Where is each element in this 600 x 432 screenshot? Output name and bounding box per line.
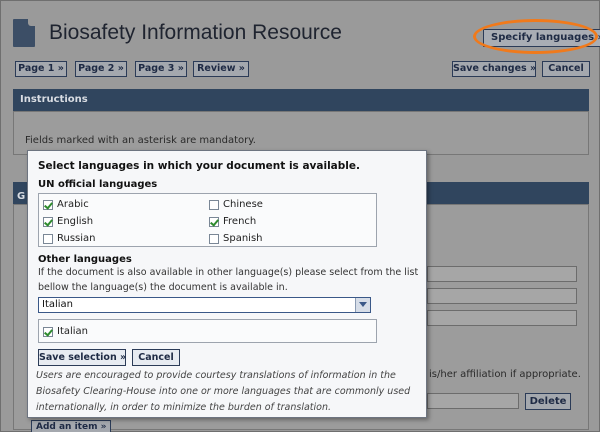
checkbox-russian-box[interactable]: [43, 233, 53, 244]
checkbox-english-label: English: [57, 216, 94, 227]
selected-languages-box: Italian: [38, 319, 377, 343]
page-1-button[interactable]: Page 1 »: [15, 61, 67, 77]
other-languages-heading: Other languages: [38, 254, 132, 265]
instructions-text: Fields marked with an asterisk are manda…: [25, 135, 256, 146]
checkbox-english-box[interactable]: [43, 216, 53, 227]
instructions-body: [13, 111, 589, 155]
language-dialog: Select languages in which your document …: [27, 150, 427, 418]
other-language-select-value: Italian: [42, 299, 74, 310]
other-language-select[interactable]: Italian: [38, 297, 371, 313]
save-changes-button[interactable]: Save changes »: [452, 61, 536, 77]
translation-note: Users are encouraged to provide courtesy…: [36, 368, 421, 416]
document-icon: [13, 19, 35, 47]
cancel-button[interactable]: Cancel: [542, 61, 590, 77]
checkbox-chinese[interactable]: Chinese: [209, 199, 263, 210]
translation-note-line-3: internationally, in order to minimize th…: [36, 402, 332, 413]
delete-button[interactable]: Delete: [525, 393, 571, 410]
checkbox-chinese-box[interactable]: [209, 199, 219, 210]
background-field-4[interactable]: [427, 393, 519, 409]
other-languages-note-2: bellow the language(s) the document is a…: [38, 282, 288, 293]
title-row: Biosafety Information Resource: [13, 19, 342, 47]
highlight-ring: [473, 19, 598, 54]
review-button[interactable]: Review »: [193, 61, 249, 77]
checkbox-arabic[interactable]: Arabic: [43, 199, 89, 210]
un-languages-box: Arabic Chinese English French Russian Sp…: [38, 193, 377, 247]
affiliation-note: is/her affiliation if appropriate.: [429, 369, 581, 380]
checkbox-russian[interactable]: Russian: [43, 233, 96, 244]
checkbox-spanish[interactable]: Spanish: [209, 233, 263, 244]
checkbox-chinese-label: Chinese: [223, 199, 263, 210]
page-title: Biosafety Information Resource: [49, 21, 342, 44]
instructions-header: Instructions: [13, 89, 589, 111]
checkbox-arabic-label: Arabic: [57, 199, 89, 210]
dialog-heading: Select languages in which your document …: [38, 160, 360, 172]
checkbox-spanish-box[interactable]: [209, 233, 219, 244]
checkbox-english[interactable]: English: [43, 216, 93, 227]
background-field-1[interactable]: [427, 266, 577, 282]
other-languages-note-1: If the document is also available in oth…: [38, 267, 419, 278]
page-3-button[interactable]: Page 3 »: [135, 61, 187, 77]
checkbox-russian-label: Russian: [57, 233, 96, 244]
background-field-3[interactable]: [427, 310, 577, 326]
translation-note-line-2: Biosafety Clearing-House into one or mor…: [36, 386, 411, 397]
checkbox-italian-label: Italian: [57, 326, 89, 337]
general-section-initial: G: [17, 191, 26, 202]
checkbox-arabic-box[interactable]: [43, 199, 53, 210]
checkbox-french-box[interactable]: [209, 216, 219, 227]
checkbox-french-label: French: [223, 216, 257, 227]
save-selection-button[interactable]: Save selection »: [38, 349, 126, 366]
checkbox-italian-box[interactable]: [43, 326, 53, 337]
background-field-2[interactable]: [427, 288, 577, 304]
dialog-cancel-button[interactable]: Cancel: [132, 349, 180, 366]
add-item-button[interactable]: Add an item »: [31, 420, 112, 432]
un-languages-heading: UN official languages: [38, 179, 158, 190]
page-2-button[interactable]: Page 2 »: [75, 61, 127, 77]
checkbox-spanish-label: Spanish: [223, 233, 263, 244]
checkbox-italian[interactable]: Italian: [43, 326, 88, 337]
translation-note-line-1: Users are encouraged to provide courtesy…: [36, 370, 396, 381]
checkbox-french[interactable]: French: [209, 216, 256, 227]
chevron-down-icon[interactable]: [355, 298, 370, 312]
